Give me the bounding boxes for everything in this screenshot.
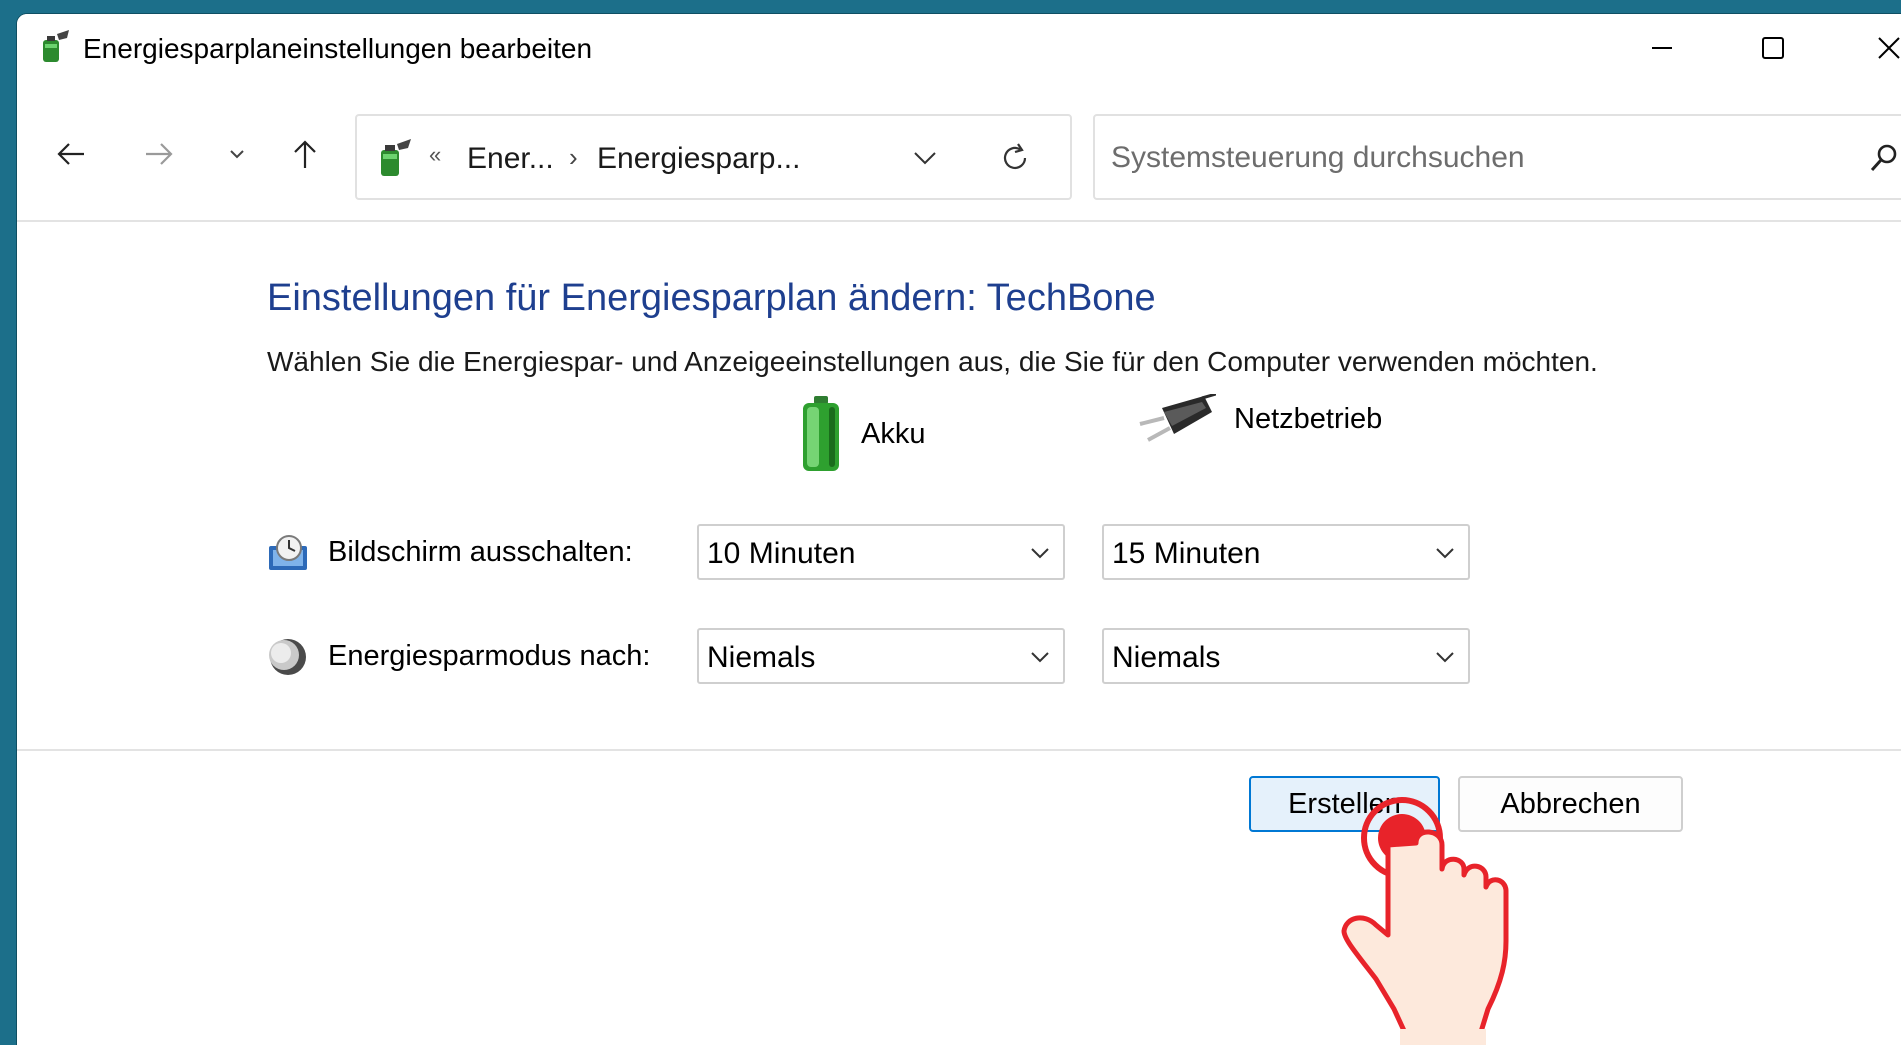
- main-content: Einstellungen für Energiesparplan ändern…: [17, 224, 1901, 764]
- arrow-right-icon: [146, 143, 173, 165]
- close-icon: [1878, 37, 1900, 59]
- moon-icon: [269, 639, 306, 675]
- refresh-icon: [1003, 143, 1027, 170]
- address-bar[interactable]: « Ener... › Energiesparp...: [355, 114, 1072, 200]
- navigation-bar: « Ener... › Energiesparp...: [17, 82, 1901, 222]
- refresh-button[interactable]: [993, 136, 1037, 180]
- chevron-down-icon: [1031, 548, 1049, 559]
- selected-value: 10 Minuten: [707, 537, 856, 570]
- display-off-battery-select[interactable]: 10 Minuten: [697, 524, 1065, 580]
- column-header-battery: Akku: [799, 394, 925, 474]
- close-button[interactable]: [1839, 14, 1901, 82]
- chevron-down-icon: [1436, 548, 1454, 559]
- minimize-icon: [1652, 47, 1672, 49]
- power-options-icon: [381, 139, 411, 176]
- power-plan-window: Energiesparplaneinstellungen bearbeiten: [17, 14, 1901, 1045]
- minimize-button[interactable]: [1612, 14, 1712, 82]
- power-options-icon: [43, 30, 69, 62]
- search-box[interactable]: [1093, 114, 1901, 200]
- back-button[interactable]: [47, 130, 95, 178]
- recent-locations-button[interactable]: [213, 130, 261, 178]
- selected-value: 15 Minuten: [1112, 537, 1261, 570]
- page-description: Wählen Sie die Energiespar- und Anzeigee…: [267, 346, 1598, 377]
- maximize-icon: [1762, 37, 1784, 59]
- setting-row-display-off: Bildschirm ausschalten: 10 Minuten 15 Mi…: [267, 524, 1567, 584]
- arrow-up-icon: [294, 140, 316, 168]
- address-dropdown-button[interactable]: [905, 138, 945, 178]
- display-off-plugged-select[interactable]: 15 Minuten: [1102, 524, 1470, 580]
- button-bar: Erstellen Abbrechen: [17, 751, 1901, 1045]
- column-header-plugged: Netzbetrieb: [1134, 394, 1382, 444]
- column-label-plugged: Netzbetrieb: [1234, 402, 1383, 435]
- up-button[interactable]: [281, 130, 329, 178]
- search-input[interactable]: [1111, 136, 1811, 180]
- sleep-plugged-select[interactable]: Niemals: [1102, 628, 1470, 684]
- breadcrumb-overflow[interactable]: «: [429, 142, 441, 168]
- page-title: Einstellungen für Energiesparplan ändern…: [267, 277, 1156, 319]
- column-label-battery: Akku: [861, 417, 926, 450]
- chevron-down-icon: [1436, 652, 1454, 663]
- breadcrumb-energy-options[interactable]: Ener...: [467, 142, 554, 176]
- setting-label-display-off: Bildschirm ausschalten:: [328, 536, 633, 568]
- chevron-down-icon: [230, 150, 244, 159]
- sleep-battery-select[interactable]: Niemals: [697, 628, 1065, 684]
- selected-value: Niemals: [707, 641, 816, 674]
- click-pointer-icon: [1341, 797, 1509, 1045]
- title-bar[interactable]: Energiesparplaneinstellungen bearbeiten: [17, 14, 1901, 82]
- selected-value: Niemals: [1112, 641, 1221, 674]
- search-icon[interactable]: [1865, 140, 1901, 178]
- forward-button[interactable]: [135, 130, 183, 178]
- chevron-down-icon: [1031, 652, 1049, 663]
- breadcrumb-separator[interactable]: ›: [569, 142, 578, 173]
- breadcrumb-power-plan[interactable]: Energiesparp...: [597, 142, 800, 176]
- arrow-left-icon: [57, 143, 84, 165]
- chevron-down-icon: [914, 152, 936, 165]
- maximize-button[interactable]: [1723, 14, 1823, 82]
- window-title: Energiesparplaneinstellungen bearbeiten: [83, 33, 593, 64]
- setting-label-sleep: Energiesparmodus nach:: [328, 640, 651, 672]
- display-clock-icon: [269, 535, 307, 570]
- power-plug-icon: [1139, 394, 1216, 442]
- battery-icon: [803, 396, 839, 471]
- setting-row-sleep: Energiesparmodus nach: Niemals Niemals: [267, 628, 1567, 688]
